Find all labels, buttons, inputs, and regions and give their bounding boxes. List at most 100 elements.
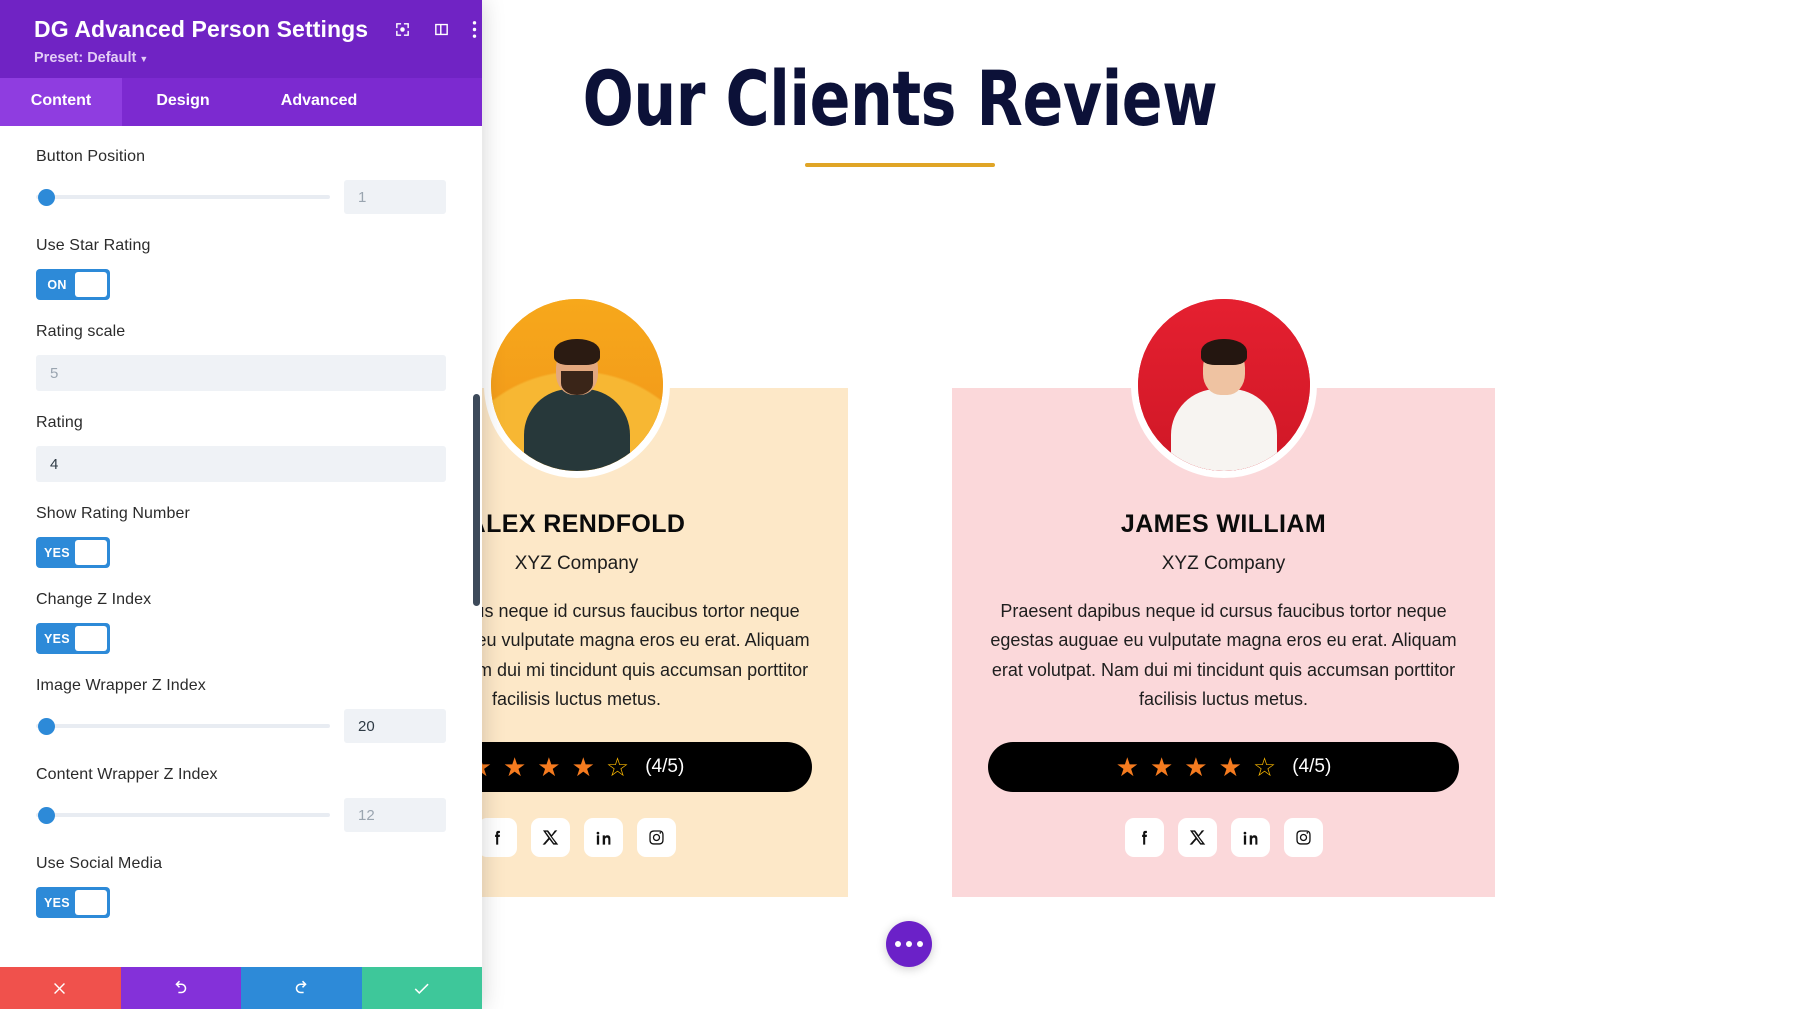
- image-wrapper-z-index-slider[interactable]: [36, 717, 330, 735]
- instagram-icon[interactable]: [636, 818, 676, 858]
- button-position-input[interactable]: 1: [344, 180, 446, 214]
- person-illustration: [515, 339, 639, 471]
- slider-track: [36, 195, 330, 199]
- rating-number: (4/5): [645, 756, 685, 778]
- star-filled-icon: ★: [502, 752, 527, 783]
- toggle-state-label: YES: [44, 895, 70, 910]
- person-company: XYZ Company: [1161, 553, 1286, 574]
- slider-handle[interactable]: [38, 717, 55, 735]
- tab-design[interactable]: Design: [122, 78, 244, 126]
- star-filled-icon: ★: [1149, 752, 1174, 783]
- preset-selector[interactable]: Preset: Default ▼: [34, 50, 460, 66]
- panel-tabs: Content Design Advanced: [0, 78, 482, 126]
- rating-number: (4/5): [1292, 756, 1332, 778]
- chevron-down-icon: ▼: [139, 54, 149, 64]
- field-label: Use Social Media: [36, 855, 163, 872]
- panel-scrollbar[interactable]: [473, 394, 480, 606]
- more-options-fab[interactable]: [886, 921, 932, 967]
- social-links: [988, 818, 1459, 858]
- save-button[interactable]: [361, 967, 482, 1009]
- use-star-rating-toggle[interactable]: ON: [36, 269, 110, 300]
- button-position-slider[interactable]: [36, 188, 330, 206]
- panel-body: Button Position 1 Use Star Rating ON Rat…: [0, 126, 482, 967]
- field-use-social-media: Use Social Media YES: [36, 855, 446, 918]
- more-vertical-icon[interactable]: [472, 20, 477, 39]
- star-filled-icon: ★: [1184, 752, 1208, 783]
- field-label: Change Z Index: [36, 591, 152, 608]
- toggle-handle: [75, 626, 107, 651]
- slider-handle[interactable]: [38, 188, 55, 206]
- linkedin-icon[interactable]: [1230, 818, 1270, 858]
- panel-title: DG Advanced Person Settings: [34, 16, 369, 42]
- field-label: Rating: [36, 414, 83, 431]
- preset-label: Preset: Default: [34, 50, 137, 66]
- field-label: Show Rating Number: [36, 505, 190, 522]
- field-change-z-index: Change Z Index YES: [36, 591, 446, 654]
- toggle-handle: [75, 540, 107, 565]
- slider-track: [36, 724, 330, 728]
- star-empty-icon: ☆: [605, 752, 630, 783]
- cancel-button[interactable]: [0, 967, 121, 1009]
- avatar-image: [490, 299, 663, 471]
- layout-panel-icon[interactable]: [433, 21, 450, 38]
- testimonial-text: Praesent dapibus neque id cursus faucibu…: [990, 601, 1457, 709]
- star-filled-icon: ★: [571, 752, 595, 783]
- show-rating-number-toggle[interactable]: YES: [36, 537, 110, 568]
- x-twitter-icon[interactable]: [1177, 818, 1217, 858]
- panel-footer: [0, 967, 482, 1009]
- toggle-handle: [75, 890, 107, 915]
- field-show-rating-number: Show Rating Number YES: [36, 505, 446, 568]
- panel-header-actions: [394, 20, 477, 39]
- dot: [895, 941, 901, 947]
- toggle-state-label: YES: [44, 545, 70, 560]
- redo-button[interactable]: [241, 967, 362, 1009]
- x-twitter-icon[interactable]: [530, 818, 570, 858]
- star-filled-icon: ★: [1115, 752, 1139, 783]
- toggle-state-label: ON: [47, 277, 67, 292]
- content-wrapper-z-index-input[interactable]: 12: [344, 798, 446, 832]
- facebook-icon[interactable]: [477, 818, 517, 858]
- change-z-index-toggle[interactable]: YES: [36, 623, 110, 654]
- instagram-icon[interactable]: [1283, 818, 1323, 858]
- facebook-icon[interactable]: [1124, 818, 1164, 858]
- toggle-state-label: YES: [44, 631, 70, 646]
- slider-track: [36, 813, 330, 817]
- star-filled-icon: ★: [537, 752, 561, 783]
- avatar-image: [1137, 299, 1310, 471]
- content-wrapper-z-index-slider[interactable]: [36, 806, 330, 824]
- linkedin-icon[interactable]: [583, 818, 623, 858]
- rating-bar: ★ ★ ★ ★ ☆ (4/5): [988, 742, 1459, 793]
- avatar: [483, 292, 670, 478]
- panel-header: DG Advanced Person Settings Preset: Defa…: [0, 0, 482, 78]
- field-label: Content Wrapper Z Index: [36, 766, 218, 783]
- field-use-star-rating: Use Star Rating ON: [36, 237, 446, 300]
- star-filled-icon: ★: [1218, 752, 1242, 783]
- settings-panel: DG Advanced Person Settings Preset: Defa…: [0, 0, 482, 1009]
- slider-handle[interactable]: [38, 806, 55, 824]
- field-label: Use Star Rating: [36, 237, 151, 254]
- field-content-wrapper-z-index: Content Wrapper Z Index 12: [36, 766, 446, 832]
- screen: Our Clients Review ALEX RENDFOLD XYZ Com…: [0, 0, 1800, 1009]
- field-rating: Rating 4: [36, 414, 446, 482]
- focus-target-icon[interactable]: [394, 21, 411, 38]
- rating-scale-input[interactable]: 5: [36, 355, 446, 391]
- tab-content[interactable]: Content: [0, 78, 122, 126]
- field-label: Image Wrapper Z Index: [36, 677, 206, 694]
- field-label: Rating scale: [36, 323, 126, 340]
- avatar: [1130, 292, 1317, 478]
- tab-advanced[interactable]: Advanced: [244, 78, 394, 126]
- person-name: JAMES WILLIAM: [1120, 510, 1327, 538]
- person-illustration: [1162, 339, 1286, 471]
- image-wrapper-z-index-input[interactable]: 20: [344, 709, 446, 743]
- heading-underline: [805, 163, 995, 168]
- dot: [906, 941, 912, 947]
- undo-button[interactable]: [120, 967, 241, 1009]
- toggle-handle: [75, 272, 107, 297]
- star-empty-icon: ☆: [1252, 752, 1277, 783]
- rating-input[interactable]: 4: [36, 446, 446, 482]
- field-button-position: Button Position 1: [36, 148, 446, 214]
- field-label: Button Position: [36, 148, 146, 165]
- testimonial-card: JAMES WILLIAM XYZ Company Praesent dapib…: [952, 292, 1495, 898]
- field-rating-scale: Rating scale 5: [36, 323, 446, 391]
- use-social-media-toggle[interactable]: YES: [36, 887, 110, 918]
